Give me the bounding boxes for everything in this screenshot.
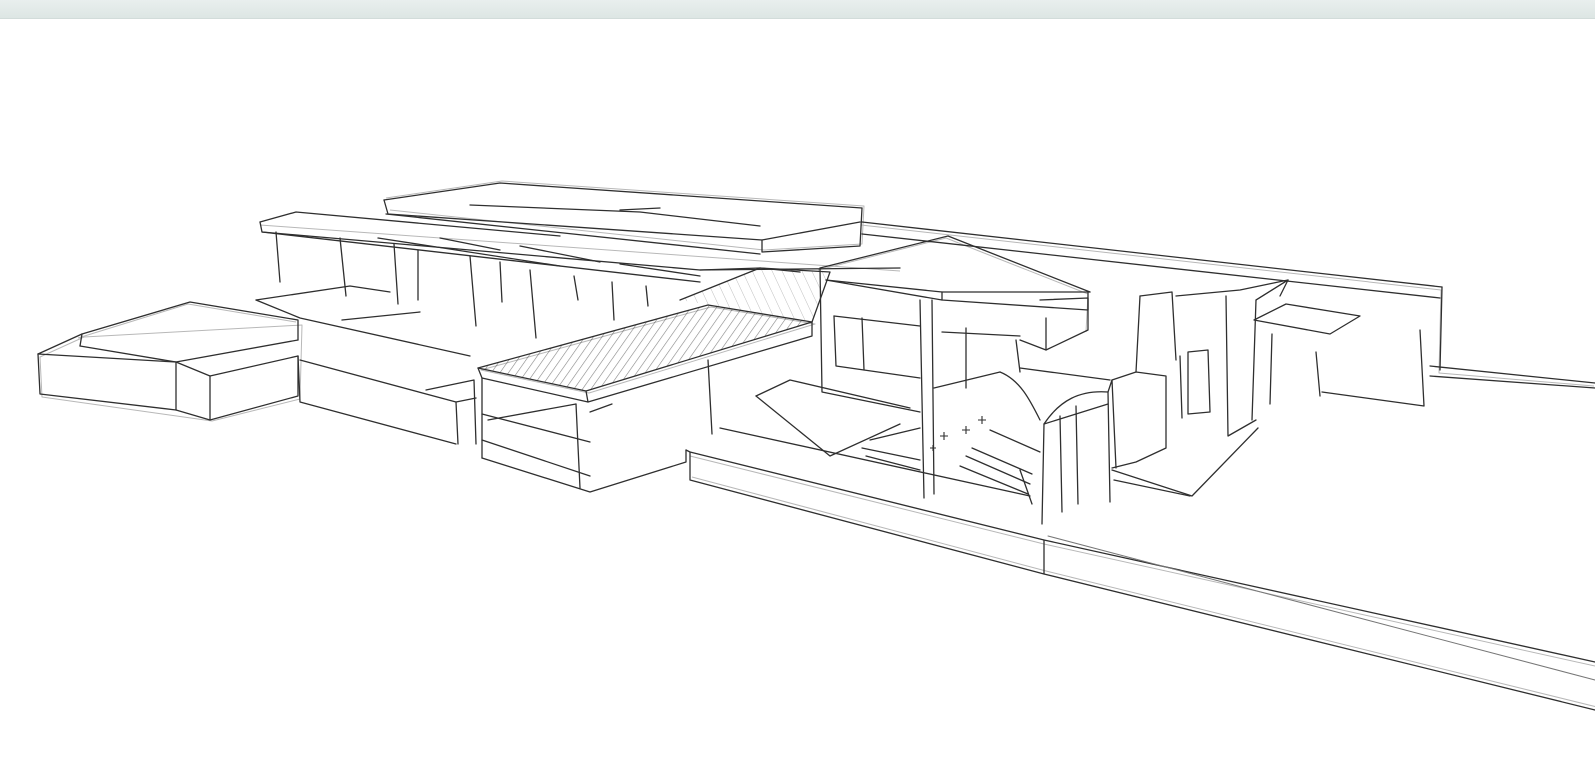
house-sketch-drawing [37, 180, 1595, 711]
upper-roof-slab [383, 182, 863, 255]
sketch-ghost-lines [39, 180, 1595, 708]
central-trellis [477, 267, 831, 493]
front-garden-wall [685, 427, 1595, 711]
sketch-main-lines [37, 182, 1595, 711]
west-wing-wall [255, 285, 477, 445]
courtyard-plants [930, 416, 986, 451]
courtyard-terrace [755, 371, 1041, 505]
model-viewport[interactable] [0, 0, 1595, 776]
east-block [1019, 279, 1361, 525]
